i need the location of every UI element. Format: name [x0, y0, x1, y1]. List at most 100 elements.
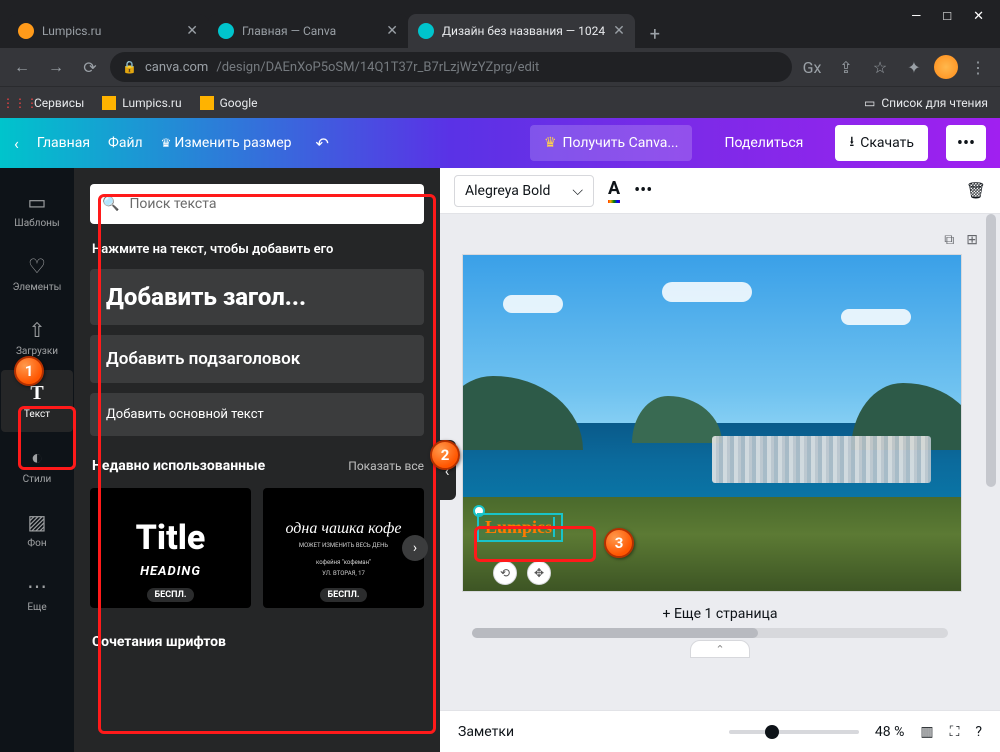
sidebar-templates[interactable]: ▭Шаблоны: [1, 178, 73, 240]
home-link[interactable]: Главная: [37, 135, 90, 151]
background-icon: ▨: [28, 510, 47, 534]
add-heading-button[interactable]: Добавить загол...: [90, 269, 424, 325]
zoom-slider[interactable]: [729, 730, 859, 734]
add-page-button[interactable]: + Еще 1 страница: [462, 606, 978, 622]
sync-icon[interactable]: ⟲: [493, 561, 517, 585]
elements-icon: ♡: [28, 254, 46, 278]
chevron-down-icon: ⌵: [572, 183, 583, 199]
add-page-icon[interactable]: ⊞: [966, 232, 978, 248]
tab-title: Lumpics.ru: [42, 24, 178, 38]
resize-menu[interactable]: ♛ Изменить размер: [161, 135, 292, 151]
search-input[interactable]: 🔍 Поиск текста: [90, 184, 424, 224]
canva-header: ‹ Главная Файл ♛ Изменить размер ↶ ♛Полу…: [0, 118, 1000, 168]
url-input[interactable]: 🔒 canva.com /design/DAEnXoP5oSM/14Q1T37r…: [110, 52, 792, 82]
templates-icon: ▭: [28, 190, 47, 214]
duplicate-page-icon[interactable]: ⧉: [944, 232, 954, 248]
sidebar-styles[interactable]: ◐Стили: [1, 434, 73, 496]
menu-icon[interactable]: ⋮: [964, 53, 992, 81]
download-button[interactable]: ⭳Скачать: [835, 125, 928, 161]
grid-view-icon[interactable]: ▥: [920, 724, 933, 740]
horizontal-scrollbar[interactable]: [472, 628, 948, 638]
tab-canva-home[interactable]: Главная — Canva ✕: [208, 14, 408, 48]
editor-toolbar: Alegreya Bold⌵ A ••• 🗑: [440, 168, 1000, 214]
more-icon: ⋯: [27, 574, 47, 598]
add-body-button[interactable]: Добавить основной текст: [90, 393, 424, 436]
tab-title: Дизайн без названия — 1024: [442, 24, 605, 38]
favicon: [418, 23, 434, 39]
show-all-link[interactable]: Показать все: [348, 459, 424, 473]
file-menu[interactable]: Файл: [108, 135, 143, 151]
bookmark-lumpics[interactable]: Lumpics.ru: [102, 96, 181, 110]
bottom-bar: Заметки 48 % ▥ ⛶ ?: [440, 710, 1000, 752]
gx-icon[interactable]: Gx: [798, 53, 826, 81]
fullscreen-icon[interactable]: ⛶: [950, 724, 960, 740]
bookmarks-bar: ⋮⋮⋮Сервисы Lumpics.ru Google ▭Список для…: [0, 86, 1000, 118]
star-icon[interactable]: ☆: [866, 53, 894, 81]
tab-title: Главная — Canva: [242, 24, 378, 38]
extensions-icon[interactable]: ✦: [900, 53, 928, 81]
close-icon[interactable]: ✕: [186, 23, 198, 39]
close-icon[interactable]: ✕: [386, 23, 398, 39]
panel-hint: Нажмите на текст, чтобы добавить его: [92, 242, 424, 257]
reading-list[interactable]: ▭Список для чтения: [864, 96, 988, 110]
home-back-icon[interactable]: ‹: [14, 134, 19, 153]
zoom-value: 48 %: [875, 724, 904, 740]
recent-heading: Недавно использованные: [92, 458, 265, 474]
url-domain: canva.com: [145, 60, 208, 75]
design-page[interactable]: Lumpics ⟲ ✥: [462, 254, 962, 592]
window-close[interactable]: ✕: [973, 9, 984, 24]
free-badge: БЕСПЛ.: [320, 588, 368, 602]
apps-shortcut[interactable]: ⋮⋮⋮Сервисы: [12, 95, 84, 111]
sidebar-more[interactable]: ⋯Еще: [1, 562, 73, 624]
text-panel: 🔍 Поиск текста Нажмите на текст, чтобы д…: [74, 168, 440, 752]
back-button[interactable]: ←: [8, 53, 36, 81]
window-minimize[interactable]: —: [911, 9, 921, 24]
text-element-selected[interactable]: Lumpics: [477, 513, 563, 542]
close-icon[interactable]: ✕: [613, 23, 625, 39]
vertical-scrollbar[interactable]: [984, 214, 998, 710]
address-bar: ← → ⟳ 🔒 canva.com /design/DAEnXoP5oSM/14…: [0, 48, 1000, 86]
share-button[interactable]: Поделиться: [710, 125, 817, 161]
forward-button[interactable]: →: [42, 53, 70, 81]
left-sidebar: ▭Шаблоны ♡Элементы ⇧Загрузки TТекст ◐Сти…: [0, 168, 74, 752]
styles-icon: ◐: [31, 445, 43, 470]
search-icon: 🔍: [102, 196, 119, 212]
profile-avatar[interactable]: [934, 55, 958, 79]
annotation-marker-1: 1: [14, 356, 44, 386]
delete-button[interactable]: 🗑: [966, 181, 986, 200]
font-combos-heading: Сочетания шрифтов: [92, 634, 226, 650]
favicon: [18, 23, 34, 39]
text-template-2[interactable]: одна чашка кофе МОЖЕТ ИЗМЕНИТЬ ВЕСЬ ДЕНЬ…: [263, 488, 424, 608]
more-button[interactable]: •••: [946, 125, 986, 161]
annotation-marker-3: 3: [604, 528, 634, 558]
sidebar-background[interactable]: ▨Фон: [1, 498, 73, 560]
undo-button[interactable]: ↶: [316, 134, 329, 153]
next-templates-button[interactable]: ›: [402, 535, 428, 561]
toolbar-more-button[interactable]: •••: [634, 180, 652, 201]
font-select[interactable]: Alegreya Bold⌵: [454, 175, 594, 207]
add-subheading-button[interactable]: Добавить подзаголовок: [90, 335, 424, 383]
search-placeholder: Поиск текста: [129, 196, 216, 212]
favicon: [218, 23, 234, 39]
tab-lumpics[interactable]: Lumpics.ru ✕: [8, 14, 208, 48]
tab-canva-design[interactable]: Дизайн без названия — 1024 ✕: [408, 14, 635, 48]
text-color-button[interactable]: A: [608, 178, 620, 203]
free-badge: БЕСПЛ.: [147, 588, 195, 602]
canvas-area: Alegreya Bold⌵ A ••• 🗑 ⧉ ⊞: [440, 168, 1000, 752]
pages-tray-toggle[interactable]: ⌃: [690, 640, 750, 658]
bookmark-google[interactable]: Google: [200, 96, 258, 110]
text-template-1[interactable]: Title HEADING БЕСПЛ.: [90, 488, 251, 608]
help-icon[interactable]: ?: [975, 724, 982, 740]
move-icon[interactable]: ✥: [527, 561, 551, 585]
notes-button[interactable]: Заметки: [458, 724, 514, 740]
annotation-marker-2: 2: [430, 440, 460, 470]
url-path: /design/DAEnXoP5oSM/14Q1T37r_B7rLzjWzYZp…: [216, 60, 539, 75]
window-maximize[interactable]: □: [943, 8, 951, 24]
lock-icon: 🔒: [122, 60, 137, 74]
get-pro-button[interactable]: ♛Получить Canva...: [530, 125, 692, 161]
sidebar-elements[interactable]: ♡Элементы: [1, 242, 73, 304]
browser-tabs: Lumpics.ru ✕ Главная — Canva ✕ Дизайн бе…: [0, 10, 1000, 48]
reload-button[interactable]: ⟳: [76, 53, 104, 81]
new-tab-button[interactable]: +: [641, 20, 669, 48]
share-icon[interactable]: ⇪: [832, 53, 860, 81]
